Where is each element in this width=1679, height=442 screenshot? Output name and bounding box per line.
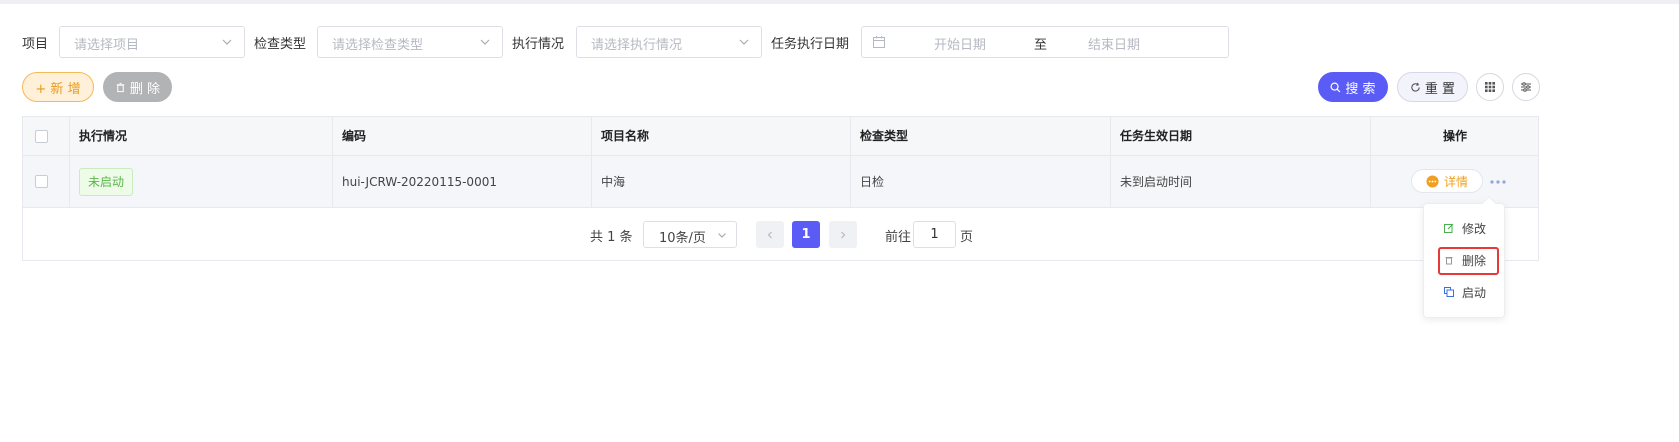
check-type-select[interactable]: 请选择检查类型: [317, 26, 503, 58]
more-actions-icon[interactable]: [1489, 178, 1507, 186]
check-type-cell: 日检: [860, 175, 885, 189]
sliders-icon: [1521, 82, 1531, 92]
check-type-placeholder: 请选择检查类型: [332, 38, 424, 53]
menu-item-edit[interactable]: 修改: [1424, 214, 1504, 242]
exec-status-label: 执行情况: [512, 37, 565, 52]
start-date-input[interactable]: 开始日期: [934, 34, 986, 53]
page-size-value: 10条/页: [659, 231, 706, 246]
pagination: 共 1 条 10条/页 1 前往 1 页: [23, 208, 1538, 261]
goto-label: 前往: [885, 230, 912, 245]
page-size-select[interactable]: 10条/页: [643, 221, 737, 248]
table-header: 执行情况 编码 项目名称 检查类型 任务生效日期 操作: [23, 117, 1538, 156]
search-icon: [1330, 82, 1341, 92]
column-divider: [1110, 117, 1111, 208]
project-cell: 中海: [601, 175, 626, 189]
chevron-left-icon: [767, 231, 772, 238]
chevron-right-icon: [841, 231, 846, 238]
table-row[interactable]: 未启动 hui-JCRW-20220115-0001 中海 日检 未到启动时间 …: [23, 156, 1538, 208]
select-all-checkbox[interactable]: [35, 130, 48, 143]
goto-page-input[interactable]: 1: [913, 221, 956, 248]
code-cell: hui-JCRW-20220115-0001: [342, 175, 497, 189]
effective-date-cell: 未到启动时间: [1120, 175, 1193, 189]
row-checkbox[interactable]: [35, 175, 48, 188]
detail-button-label: 详情: [1443, 174, 1468, 189]
more-circle-icon: [1426, 174, 1439, 188]
chevron-down-icon: [480, 39, 490, 45]
column-header: 操作: [1443, 129, 1468, 143]
page-number-button[interactable]: 1: [792, 221, 820, 248]
column-header[interactable]: 任务生效日期: [1120, 117, 1192, 156]
column-settings-button[interactable]: [1476, 73, 1504, 101]
exec-status-placeholder: 请选择执行情况: [591, 38, 683, 53]
delete-button-label: 删 除: [129, 81, 161, 97]
total-count: 共 1 条: [590, 230, 633, 245]
project-placeholder: 请选择项目: [74, 38, 140, 53]
search-button[interactable]: 搜 索: [1318, 72, 1388, 102]
project-label: 项目: [22, 37, 49, 52]
chevron-down-icon: [718, 233, 726, 238]
data-table: 执行情况 编码 项目名称 检查类型 任务生效日期 操作 未启动 hui-JCRW…: [22, 116, 1539, 261]
column-header[interactable]: 编码: [342, 117, 366, 156]
status-badge: 未启动: [79, 168, 133, 196]
trash-icon: [116, 82, 125, 92]
add-button-label: + 新 增: [35, 81, 81, 97]
column-header[interactable]: 执行情况: [79, 117, 127, 156]
date-label: 任务执行日期: [771, 37, 850, 52]
menu-item-label: 修改: [1462, 221, 1487, 236]
reset-button-label: 重 置: [1424, 81, 1456, 97]
search-button-label: 搜 索: [1345, 81, 1376, 97]
prev-page-button[interactable]: [756, 221, 784, 248]
menu-item-start[interactable]: 启动: [1424, 278, 1504, 306]
column-divider: [332, 117, 333, 208]
edit-icon: [1444, 223, 1454, 233]
column-divider: [591, 117, 592, 208]
check-type-label: 检查类型: [254, 37, 307, 52]
column-divider: [69, 117, 70, 208]
range-separator: 至: [1034, 38, 1048, 53]
next-page-button[interactable]: [829, 221, 857, 248]
page-suffix: 页: [960, 230, 974, 245]
exec-status-select[interactable]: 请选择执行情况: [576, 26, 762, 58]
grid-icon: [1485, 82, 1495, 92]
column-divider: [850, 117, 851, 208]
column-header[interactable]: 检查类型: [860, 117, 908, 156]
column-header[interactable]: 项目名称: [601, 117, 649, 156]
chevron-down-icon: [222, 39, 232, 45]
end-date-input[interactable]: 结束日期: [1088, 34, 1140, 53]
start-icon: [1444, 287, 1454, 297]
chevron-down-icon: [739, 39, 749, 45]
project-select[interactable]: 请选择项目: [59, 26, 245, 58]
menu-item-label: 启动: [1462, 285, 1487, 300]
filter-settings-button[interactable]: [1512, 73, 1540, 101]
top-border: [0, 0, 1679, 4]
calendar-icon: [873, 36, 885, 48]
detail-button[interactable]: 详情: [1411, 169, 1483, 193]
reset-button[interactable]: 重 置: [1397, 72, 1468, 102]
date-range-picker[interactable]: 开始日期 至 结束日期: [861, 26, 1229, 58]
delete-button[interactable]: 删 除: [103, 72, 172, 102]
highlight-box: [1438, 247, 1499, 275]
refresh-icon: [1411, 82, 1420, 92]
add-button[interactable]: + 新 增: [22, 72, 94, 102]
column-divider: [1370, 117, 1371, 208]
